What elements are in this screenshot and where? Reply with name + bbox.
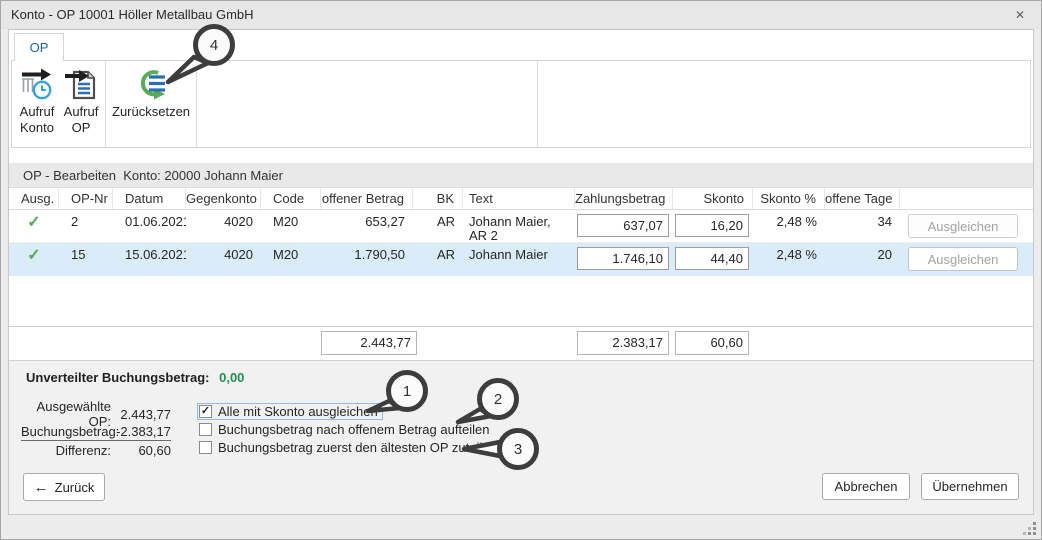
total-zahlungsbetrag: 2.383,17 xyxy=(577,331,669,355)
checkbox-label: Buchungsbetrag zuerst den ältesten OP zu… xyxy=(218,440,497,455)
summary-row-ausgewaehlte-op: Ausgewählte OP: 2.443,77 xyxy=(21,405,171,423)
cell-text: Johann Maier, AR 2 xyxy=(463,210,575,242)
summary-value: 60,60 xyxy=(111,443,171,458)
checkbox-group: ✓ Alle mit Skonto ausgleichen Buchungsbe… xyxy=(197,403,502,457)
section-header-title: OP - Bearbeiten Konto: 20000 Johann Maie… xyxy=(9,163,1033,188)
cell-code: M20 xyxy=(261,243,321,275)
back-arrow-icon: ← xyxy=(34,480,49,495)
checkbox-aelteste-op-zuerst[interactable]: Buchungsbetrag zuerst den ältesten OP zu… xyxy=(197,439,502,456)
column-header-offener-betrag: offener Betrag xyxy=(321,188,413,209)
checkbox-box: ✓ xyxy=(199,405,212,418)
summary-row-buchungsbetrag: Buchungsbetrag: -2.383,17 xyxy=(21,423,171,441)
toolbar-button-zuruecksetzen[interactable]: Zurücksetzen xyxy=(108,61,194,147)
toolbar: Aufruf Konto Aufruf OP xyxy=(11,60,1031,148)
summary-block: Ausgewählte OP: 2.443,77 Buchungsbetrag:… xyxy=(21,405,171,459)
column-header-action xyxy=(900,188,1033,209)
totals-row: 2.443,77 2.383,17 60,60 xyxy=(9,327,1033,360)
abbrechen-button[interactable]: Abbrechen xyxy=(822,473,910,500)
cell-code: M20 xyxy=(261,210,321,242)
table-header: Ausg. OP-Nr Datum Gegenkonto Code offene… xyxy=(9,188,1033,210)
cell-offene-tage: 20 xyxy=(825,243,900,275)
window-title: Konto - OP 10001 Höller Metallbau GmbH xyxy=(11,1,254,29)
dialog-content: OP Aufruf Konto xyxy=(8,29,1034,515)
cell-skonto-prozent: 2,48 % xyxy=(753,210,825,242)
column-header-code: Code xyxy=(261,188,321,209)
column-header-text: Text xyxy=(463,188,575,209)
column-header-bk: BK xyxy=(413,188,463,209)
dialog-window: Konto - OP 10001 Höller Metallbau GmbH ✕… xyxy=(0,0,1042,540)
summary-value: 2.443,77 xyxy=(111,407,171,422)
cell-datum: 01.06.2021 xyxy=(113,210,186,242)
footer-buttons: Abbrechen Übernehmen xyxy=(822,473,1019,500)
column-header-gegenkonto: Gegenkonto xyxy=(186,188,261,209)
toolbar-separator xyxy=(196,61,197,147)
row-check-icon: ✓ xyxy=(9,243,59,275)
cell-text: Johann Maier xyxy=(463,243,575,275)
checkbox-nach-offenem-betrag[interactable]: Buchungsbetrag nach offenem Betrag aufte… xyxy=(197,421,495,438)
summary-row-differenz: Differenz: 60,60 xyxy=(21,441,171,459)
back-label: Zurück xyxy=(55,480,95,495)
unverteilter-buchungsbetrag: Unverteilter Buchungsbetrag: 0,00 xyxy=(26,370,244,385)
total-skonto: 60,60 xyxy=(675,331,749,355)
toolbar-button-aufruf-op[interactable]: Aufruf OP xyxy=(59,61,103,147)
uebernehmen-button[interactable]: Übernehmen xyxy=(921,473,1019,500)
document-arrow-icon xyxy=(64,67,98,101)
zahlungsbetrag-input[interactable] xyxy=(577,247,669,270)
ausgleichen-button[interactable]: Ausgleichen xyxy=(908,214,1018,238)
summary-label: Buchungsbetrag: xyxy=(21,424,111,439)
table-row[interactable]: ✓ 15 15.06.2021 4020 M20 1.790,50 AR Joh… xyxy=(9,243,1033,276)
skonto-input[interactable] xyxy=(675,214,749,237)
close-button[interactable]: ✕ xyxy=(1007,1,1033,29)
unverteilter-value: 0,00 xyxy=(219,370,244,385)
unverteilter-label: Unverteilter Buchungsbetrag: xyxy=(26,370,209,385)
cell-bk: AR xyxy=(413,243,463,275)
column-header-zahlungsbetrag: Zahlungsbetrag xyxy=(575,188,673,209)
column-header-skonto: Skonto xyxy=(673,188,753,209)
column-header-offene-tage: offene Tage xyxy=(825,188,900,209)
ausgleichen-button[interactable]: Ausgleichen xyxy=(908,247,1018,271)
column-header-op-nr: OP-Nr xyxy=(59,188,113,209)
row-check-icon: ✓ xyxy=(9,210,59,242)
summary-value: -2.383,17 xyxy=(111,424,171,439)
cell-offene-tage: 34 xyxy=(825,210,900,242)
cell-gegenkonto: 4020 xyxy=(186,210,261,242)
zahlungsbetrag-input[interactable] xyxy=(577,214,669,237)
skonto-input[interactable] xyxy=(675,247,749,270)
table-row[interactable]: ✓ 2 01.06.2021 4020 M20 653,27 AR Johann… xyxy=(9,210,1033,243)
toolbar-button-label: Aufruf Konto xyxy=(20,104,55,135)
cell-offener-betrag: 653,27 xyxy=(321,210,413,242)
title-bar: Konto - OP 10001 Höller Metallbau GmbH ✕ xyxy=(1,1,1041,29)
bottom-panel: Unverteilter Buchungsbetrag: 0,00 Ausgew… xyxy=(9,360,1033,514)
cell-offener-betrag: 1.790,50 xyxy=(321,243,413,275)
resize-grip[interactable] xyxy=(1023,522,1037,536)
cell-skonto-prozent: 2,48 % xyxy=(753,243,825,275)
summary-label: Differenz: xyxy=(21,443,111,458)
checkbox-box xyxy=(199,423,212,436)
total-offener-betrag: 2.443,77 xyxy=(321,331,417,355)
cell-op-nr: 15 xyxy=(59,243,113,275)
checkbox-alle-mit-skonto[interactable]: ✓ Alle mit Skonto ausgleichen xyxy=(197,403,383,420)
cell-gegenkonto: 4020 xyxy=(186,243,261,275)
cell-op-nr: 2 xyxy=(59,210,113,242)
reset-list-icon xyxy=(134,67,168,101)
toolbar-button-label: Aufruf OP xyxy=(64,104,99,135)
tab-op[interactable]: OP xyxy=(14,33,64,61)
toolbar-separator xyxy=(105,61,106,147)
cell-datum: 15.06.2021 xyxy=(113,243,186,275)
close-icon: ✕ xyxy=(1015,8,1025,22)
checkbox-box xyxy=(199,441,212,454)
checkbox-label: Buchungsbetrag nach offenem Betrag aufte… xyxy=(218,422,490,437)
toolbar-button-aufruf-konto[interactable]: Aufruf Konto xyxy=(15,61,59,147)
column-header-skonto-prozent: Skonto % xyxy=(753,188,825,209)
column-header-ausg: Ausg. xyxy=(9,188,59,209)
checkbox-label: Alle mit Skonto ausgleichen xyxy=(218,404,378,419)
toolbar-separator xyxy=(537,61,538,147)
toolbar-button-label: Zurücksetzen xyxy=(112,104,190,120)
cell-bk: AR xyxy=(413,210,463,242)
zurueck-button[interactable]: ← Zurück xyxy=(23,473,105,501)
account-clock-icon xyxy=(20,67,54,101)
column-header-datum: Datum xyxy=(113,188,186,209)
